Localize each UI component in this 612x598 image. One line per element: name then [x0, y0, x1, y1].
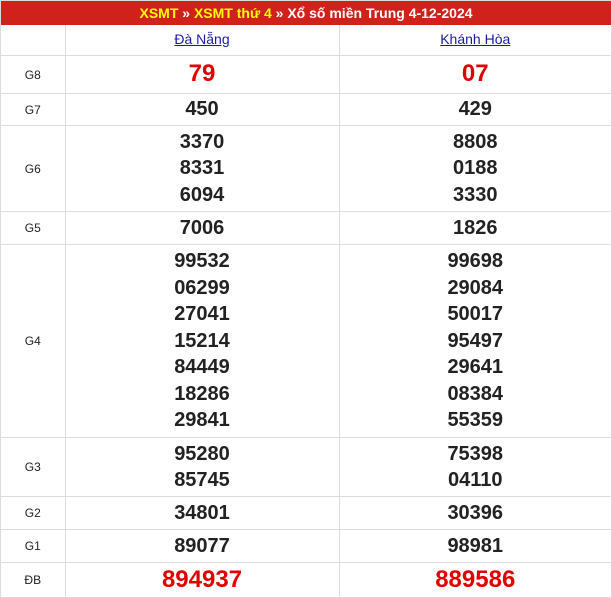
prize-number: 95280	[174, 442, 230, 465]
prize-number: 89077	[174, 534, 230, 557]
prize-number: 27041	[174, 303, 230, 326]
prize-number: 84449	[174, 356, 230, 379]
prize-number: 85745	[174, 469, 230, 491]
prize-row-g2: G2 34801 30396	[1, 496, 611, 530]
prize-number: 30396	[447, 501, 504, 524]
prize-number: 79	[188, 60, 216, 88]
prize-number: 04110	[447, 469, 503, 491]
prize-number: 1826	[453, 216, 498, 239]
prize-number: 08384	[447, 382, 504, 405]
prize-number: 55359	[447, 409, 504, 432]
prize-row-g1: G1 89077 98981	[1, 529, 611, 563]
province-link-da-nang[interactable]: Đà Nẵng	[174, 31, 229, 47]
prize-label: G7	[1, 93, 66, 126]
results-panel: XSMT » XSMT thứ 4 » Xổ số miền Trung 4-1…	[0, 0, 612, 598]
breadcrumb-separator: »	[275, 5, 284, 21]
prize-row-special: ĐB 894937 889586	[1, 562, 611, 597]
province-link-khanh-hoa[interactable]: Khánh Hòa	[440, 31, 510, 47]
table-header-row: Đà Nẵng Khánh Hòa	[1, 25, 611, 56]
prize-number: 6094	[179, 183, 225, 206]
prize-number: 29084	[447, 276, 504, 299]
prize-row-g6: G6 3370 8331 6094 8808 0188 3330	[1, 125, 611, 212]
prize-label: G2	[1, 496, 66, 530]
prize-row-g5: G5 7006 1826	[1, 211, 611, 245]
prize-number: 29841	[174, 409, 230, 432]
prize-number: 99532	[174, 250, 230, 273]
prize-number: 34801	[174, 501, 230, 524]
breadcrumb-link-xsmt[interactable]: XSMT	[139, 5, 178, 21]
prize-number: 98981	[447, 534, 504, 557]
prize-number: 8808	[453, 130, 498, 153]
province-header-khanh-hoa: Khánh Hòa	[339, 25, 611, 56]
prize-number: 7006	[179, 216, 225, 239]
prize-number: 3330	[453, 183, 498, 206]
prize-number: 3370	[179, 130, 225, 153]
prize-label: G3	[1, 437, 66, 497]
breadcrumb-link-xsmt-wednesday[interactable]: XSMT thứ 4	[194, 5, 272, 21]
prize-number: 18286	[174, 382, 230, 405]
breadcrumb: XSMT » XSMT thứ 4 » Xổ số miền Trung 4-1…	[1, 1, 611, 25]
prize-number: 29641	[447, 356, 504, 379]
prize-label: G1	[1, 529, 66, 563]
prize-label: G5	[1, 211, 66, 245]
prize-label: G4	[1, 244, 66, 438]
prize-number: 75398	[447, 442, 504, 465]
prize-number: 0188	[453, 157, 498, 180]
prize-number: 15214	[174, 329, 230, 352]
prize-row-g7: G7 450 429	[1, 93, 611, 126]
prize-row-g4: G4 99532 06299 27041 15214 84449 18286 2…	[1, 244, 611, 438]
prize-number: 450	[185, 98, 219, 121]
prize-label: G8	[1, 55, 66, 94]
prize-number: 50017	[447, 303, 504, 326]
results-table: Đà Nẵng Khánh Hòa G8 79 07 G7 450 429 G6…	[1, 25, 611, 597]
page-title: Xổ số miền Trung 4-12-2024	[287, 5, 473, 21]
prize-number: 06299	[174, 276, 230, 299]
special-prize-number: 894937	[161, 565, 243, 593]
breadcrumb-separator: »	[182, 5, 191, 21]
prize-row-g8: G8 79 07	[1, 55, 611, 94]
special-prize-number: 889586	[435, 565, 516, 593]
prize-number: 95497	[447, 329, 504, 352]
prize-label: ĐB	[1, 562, 66, 597]
prize-row-g3: G3 95280 85745 75398 04110	[1, 437, 611, 497]
prize-number: 07	[461, 60, 489, 88]
province-header-da-nang: Đà Nẵng	[65, 25, 340, 56]
prize-number: 429	[458, 98, 492, 121]
prize-number: 99698	[447, 250, 504, 273]
prize-number: 8331	[179, 157, 225, 180]
header-blank-cell	[1, 25, 66, 56]
prize-label: G6	[1, 125, 66, 212]
